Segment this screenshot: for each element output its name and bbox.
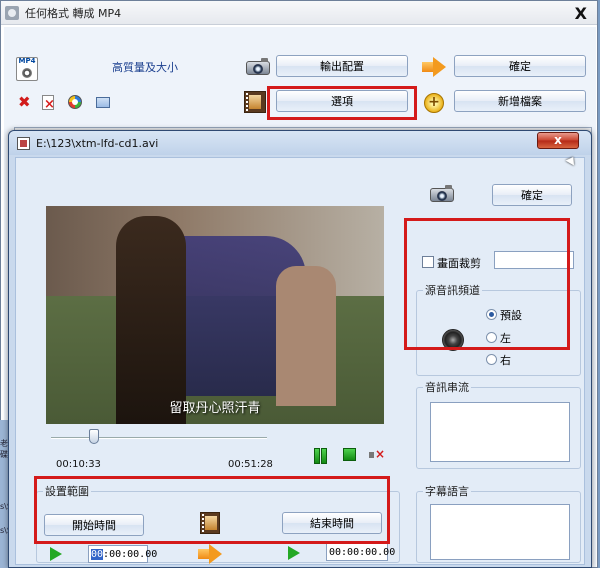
current-time: 00:10:33 [56,459,101,470]
stop-icon[interactable] [343,448,356,461]
seek-bar[interactable] [51,437,267,439]
properties-icon[interactable] [96,97,110,108]
radio-right[interactable] [486,354,497,365]
end-time-button[interactable]: 結束時間 [282,512,382,534]
radio-default[interactable] [486,309,497,320]
audio-channel-group: 源音訊頻道 [416,282,581,376]
mp4-logo-icon: MP4 [16,57,38,81]
dialog-app-icon [17,136,30,150]
options-button[interactable]: 選項 [276,90,408,112]
snapshot-camera-icon[interactable] [430,184,456,204]
subtitle-language-list[interactable] [430,504,570,560]
total-time: 00:51:28 [228,459,273,470]
range-legend: 設置範圍 [45,485,89,498]
subtitle-language-legend: 字幕語言 [425,485,469,498]
audio-channel-legend: 源音訊頻道 [425,284,480,297]
crop-input[interactable] [494,251,574,269]
radio-right-label: 右 [500,354,511,367]
mp4-logo-text: MP4 [18,57,36,65]
crop-checkbox[interactable] [422,256,434,268]
start-time-button[interactable]: 開始時間 [44,514,144,536]
remove-file-icon[interactable] [42,95,55,111]
main-window-title: 任何格式 轉成 MP4 [25,6,122,20]
play-end-icon[interactable] [288,546,300,560]
arrow-right-icon [422,57,446,77]
play-start-icon[interactable] [50,547,62,561]
dialog-title: E:\123\xtm-lfd-cd1.avi [36,136,159,150]
film-icon [244,91,266,113]
quality-label: 高質量及大小 [112,61,178,74]
options-dialog: E:\123\xtm-lfd-cd1.avi x 留取丹心照汗青 00:10:3… [8,130,592,568]
start-time-input[interactable]: 00:00:00.00 [88,545,157,563]
range-arrow-icon [198,544,222,564]
main-title-bar: 任何格式 轉成 MP4 [1,1,597,25]
camera-icon [246,57,272,77]
dialog-close-button[interactable]: x [537,132,579,149]
end-time-input[interactable]: 00:00:00.00 [326,543,395,561]
radio-left-label: 左 [500,332,511,345]
media-info-icon[interactable] [68,95,82,109]
audio-stream-legend: 音訊串流 [425,381,469,394]
pause-icon[interactable] [314,448,327,464]
add-file-button[interactable]: 新增檔案 [454,90,586,112]
seek-thumb[interactable] [89,429,100,444]
film-cut-icon [200,512,220,534]
video-preview: 留取丹心照汗青 [46,206,384,424]
dialog-body: 留取丹心照汗青 00:10:33 00:51:28 確定 畫面裁剪 源音訊頻道 … [15,157,585,565]
output-config-button[interactable]: 輸出配置 [276,55,408,77]
radio-left[interactable] [486,332,497,343]
main-close-button[interactable]: X [575,4,587,23]
delete-icon[interactable]: ✖ [18,93,31,111]
app-icon [5,5,19,20]
radio-default-label: 預設 [500,309,522,322]
start-time-value: :00:00.00 [103,548,158,560]
audio-stream-list[interactable] [430,402,570,462]
video-subtitle: 留取丹心照汗青 [169,401,261,416]
crop-label: 畫面裁剪 [437,257,481,270]
speaker-icon [442,329,464,351]
start-time-cursor: 00 [91,548,104,560]
add-file-icon: + [419,91,444,113]
dialog-confirm-button[interactable]: 確定 [492,184,572,206]
mute-icon[interactable] [369,447,385,462]
confirm-button[interactable]: 確定 [454,55,586,77]
dialog-title-bar: E:\123\xtm-lfd-cd1.avi [9,131,591,155]
